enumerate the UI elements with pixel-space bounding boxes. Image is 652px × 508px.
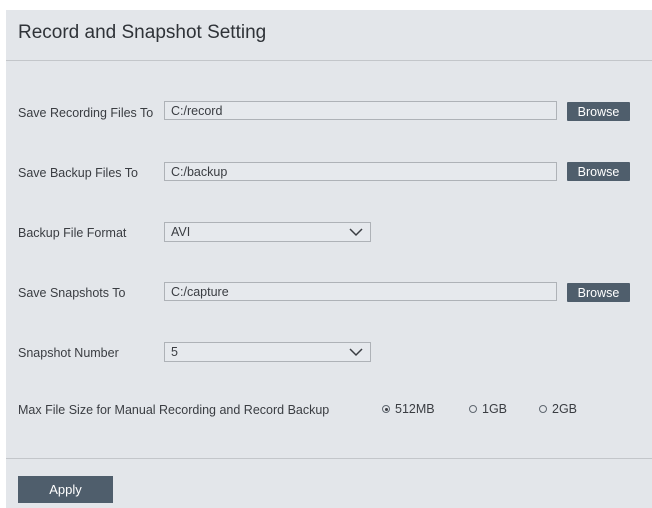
radio-unchecked-icon	[539, 405, 547, 413]
page-title: Record and Snapshot Setting	[18, 22, 267, 43]
snapshot-browse-button[interactable]: Browse	[567, 283, 630, 302]
chevron-down-icon	[349, 228, 363, 237]
backup-browse-button[interactable]: Browse	[567, 162, 630, 181]
snapshot-path-input[interactable]	[164, 282, 557, 301]
settings-panel: Record and Snapshot Setting Save Recordi…	[6, 10, 652, 508]
snapshot-number-value: 5	[171, 345, 178, 359]
apply-button[interactable]: Apply	[18, 476, 113, 503]
max-size-label: Max File Size for Manual Recording and R…	[18, 403, 330, 417]
snapshot-path-label: Save Snapshots To	[18, 286, 126, 300]
backup-path-label: Save Backup Files To	[18, 166, 138, 180]
radio-2gb-label: 2GB	[552, 402, 578, 416]
title-divider	[6, 60, 652, 61]
radio-1gb-label: 1GB	[482, 402, 508, 416]
radio-512mb-label: 512MB	[395, 402, 435, 416]
radio-unchecked-icon	[469, 405, 477, 413]
radio-512mb[interactable]: 512MB	[382, 402, 435, 416]
radio-2gb[interactable]: 2GB	[539, 402, 577, 416]
backup-format-select[interactable]: AVI	[164, 222, 371, 242]
backup-format-label: Backup File Format	[18, 226, 127, 240]
recording-browse-button[interactable]: Browse	[567, 102, 630, 121]
radio-checked-icon	[382, 405, 390, 413]
radio-1gb[interactable]: 1GB	[469, 402, 507, 416]
snapshot-number-label: Snapshot Number	[18, 346, 119, 360]
recording-path-input[interactable]	[164, 101, 557, 120]
chevron-down-icon	[349, 348, 363, 357]
footer-divider	[6, 458, 652, 459]
recording-path-label: Save Recording Files To	[18, 106, 154, 120]
backup-path-input[interactable]	[164, 162, 557, 181]
snapshot-number-select[interactable]: 5	[164, 342, 371, 362]
backup-format-value: AVI	[171, 225, 191, 239]
